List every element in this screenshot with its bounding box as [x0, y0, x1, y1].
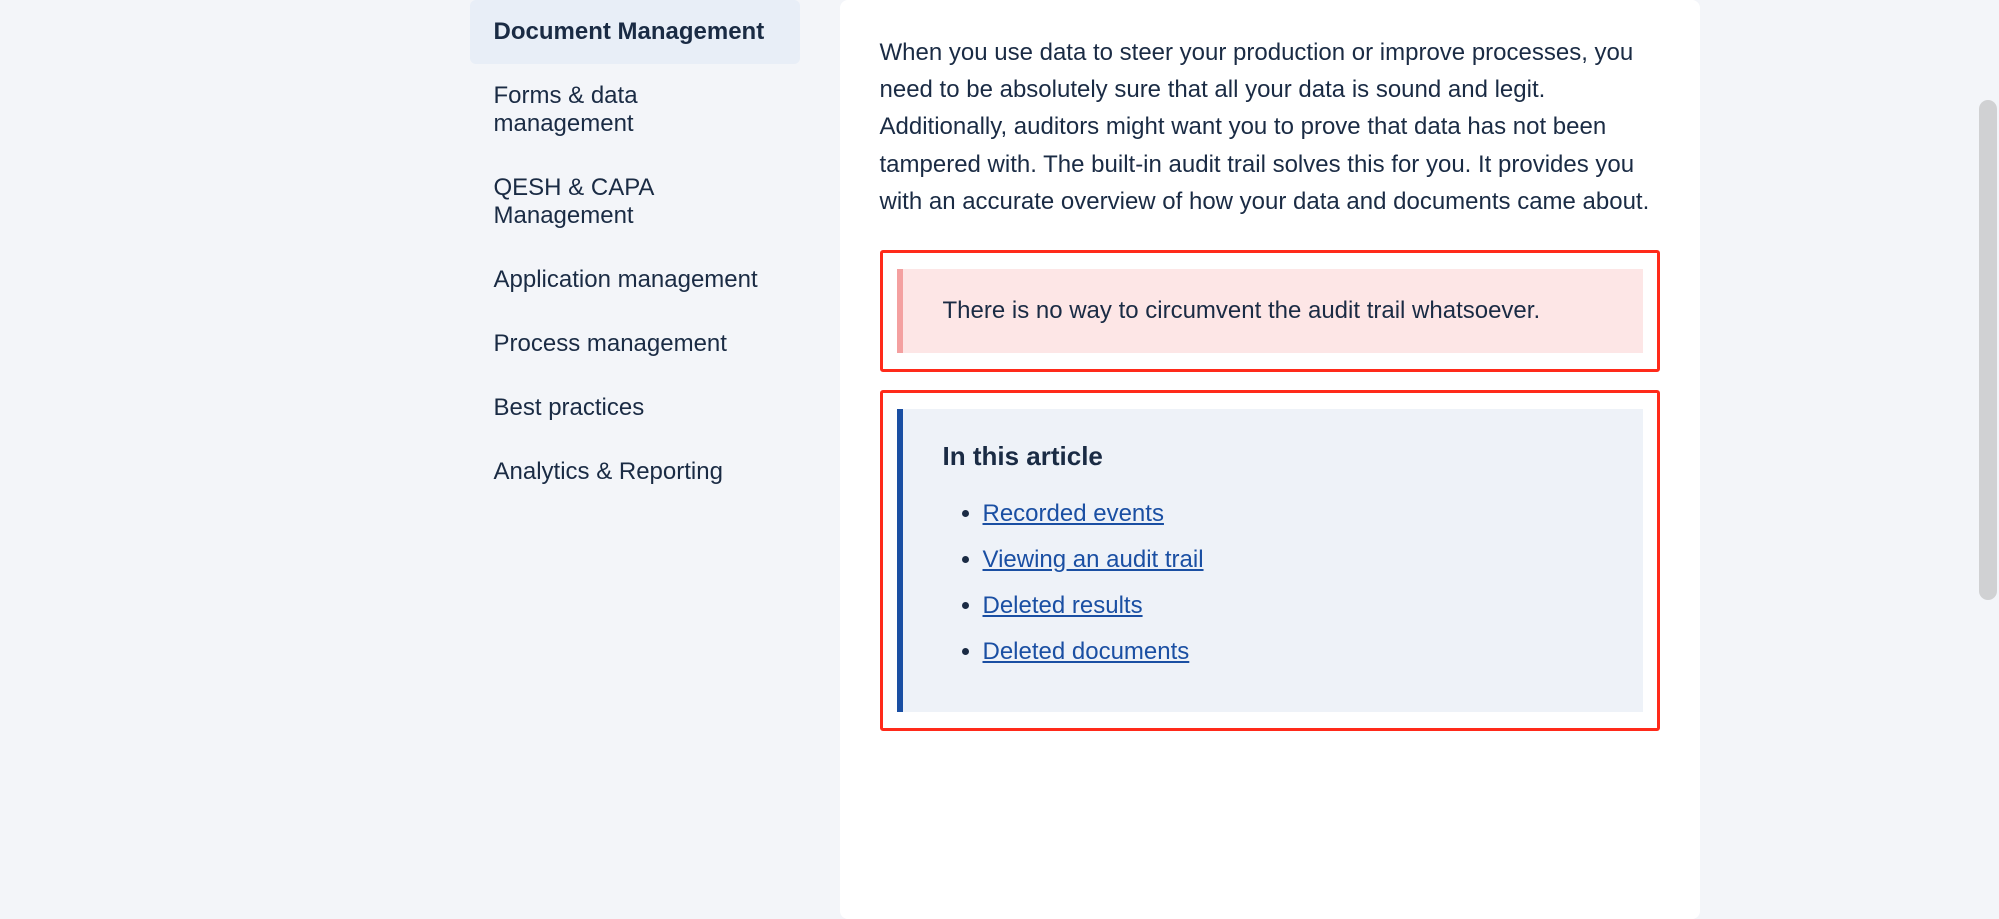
- sidebar-item-qesh-capa-management[interactable]: QESH & CAPA Management: [470, 156, 800, 248]
- scrollbar[interactable]: [1979, 100, 1997, 600]
- toc-item: Recorded events: [983, 500, 1603, 528]
- intro-paragraph: When you use data to steer your producti…: [880, 0, 1660, 250]
- sidebar-item-document-management[interactable]: Document Management: [470, 0, 800, 64]
- sidebar-item-best-practices[interactable]: Best practices: [470, 376, 800, 440]
- toc-item: Viewing an audit trail: [983, 546, 1603, 574]
- toc-item: Deleted results: [983, 592, 1603, 620]
- warning-callout: There is no way to circumvent the audit …: [897, 269, 1643, 353]
- toc-link-recorded-events[interactable]: Recorded events: [983, 500, 1164, 527]
- toc-title: In this article: [943, 441, 1603, 472]
- highlight-warning-box: There is no way to circumvent the audit …: [880, 250, 1660, 372]
- sidebar-item-analytics-reporting[interactable]: Analytics & Reporting: [470, 440, 800, 504]
- sidebar-item-application-management[interactable]: Application management: [470, 248, 800, 312]
- highlight-toc-box: In this article Recorded events Viewing …: [880, 390, 1660, 731]
- toc-item: Deleted documents: [983, 638, 1603, 666]
- sidebar-nav: Document Management Forms & data managem…: [300, 0, 800, 919]
- sidebar-item-forms-data-management[interactable]: Forms & data management: [470, 64, 800, 156]
- toc-list: Recorded events Viewing an audit trail D…: [983, 500, 1603, 666]
- sidebar-item-process-management[interactable]: Process management: [470, 312, 800, 376]
- article-main: When you use data to steer your producti…: [840, 0, 1700, 919]
- toc-link-deleted-documents[interactable]: Deleted documents: [983, 638, 1190, 665]
- toc-callout: In this article Recorded events Viewing …: [897, 409, 1643, 712]
- toc-link-deleted-results[interactable]: Deleted results: [983, 592, 1143, 619]
- toc-link-viewing-audit-trail[interactable]: Viewing an audit trail: [983, 546, 1204, 573]
